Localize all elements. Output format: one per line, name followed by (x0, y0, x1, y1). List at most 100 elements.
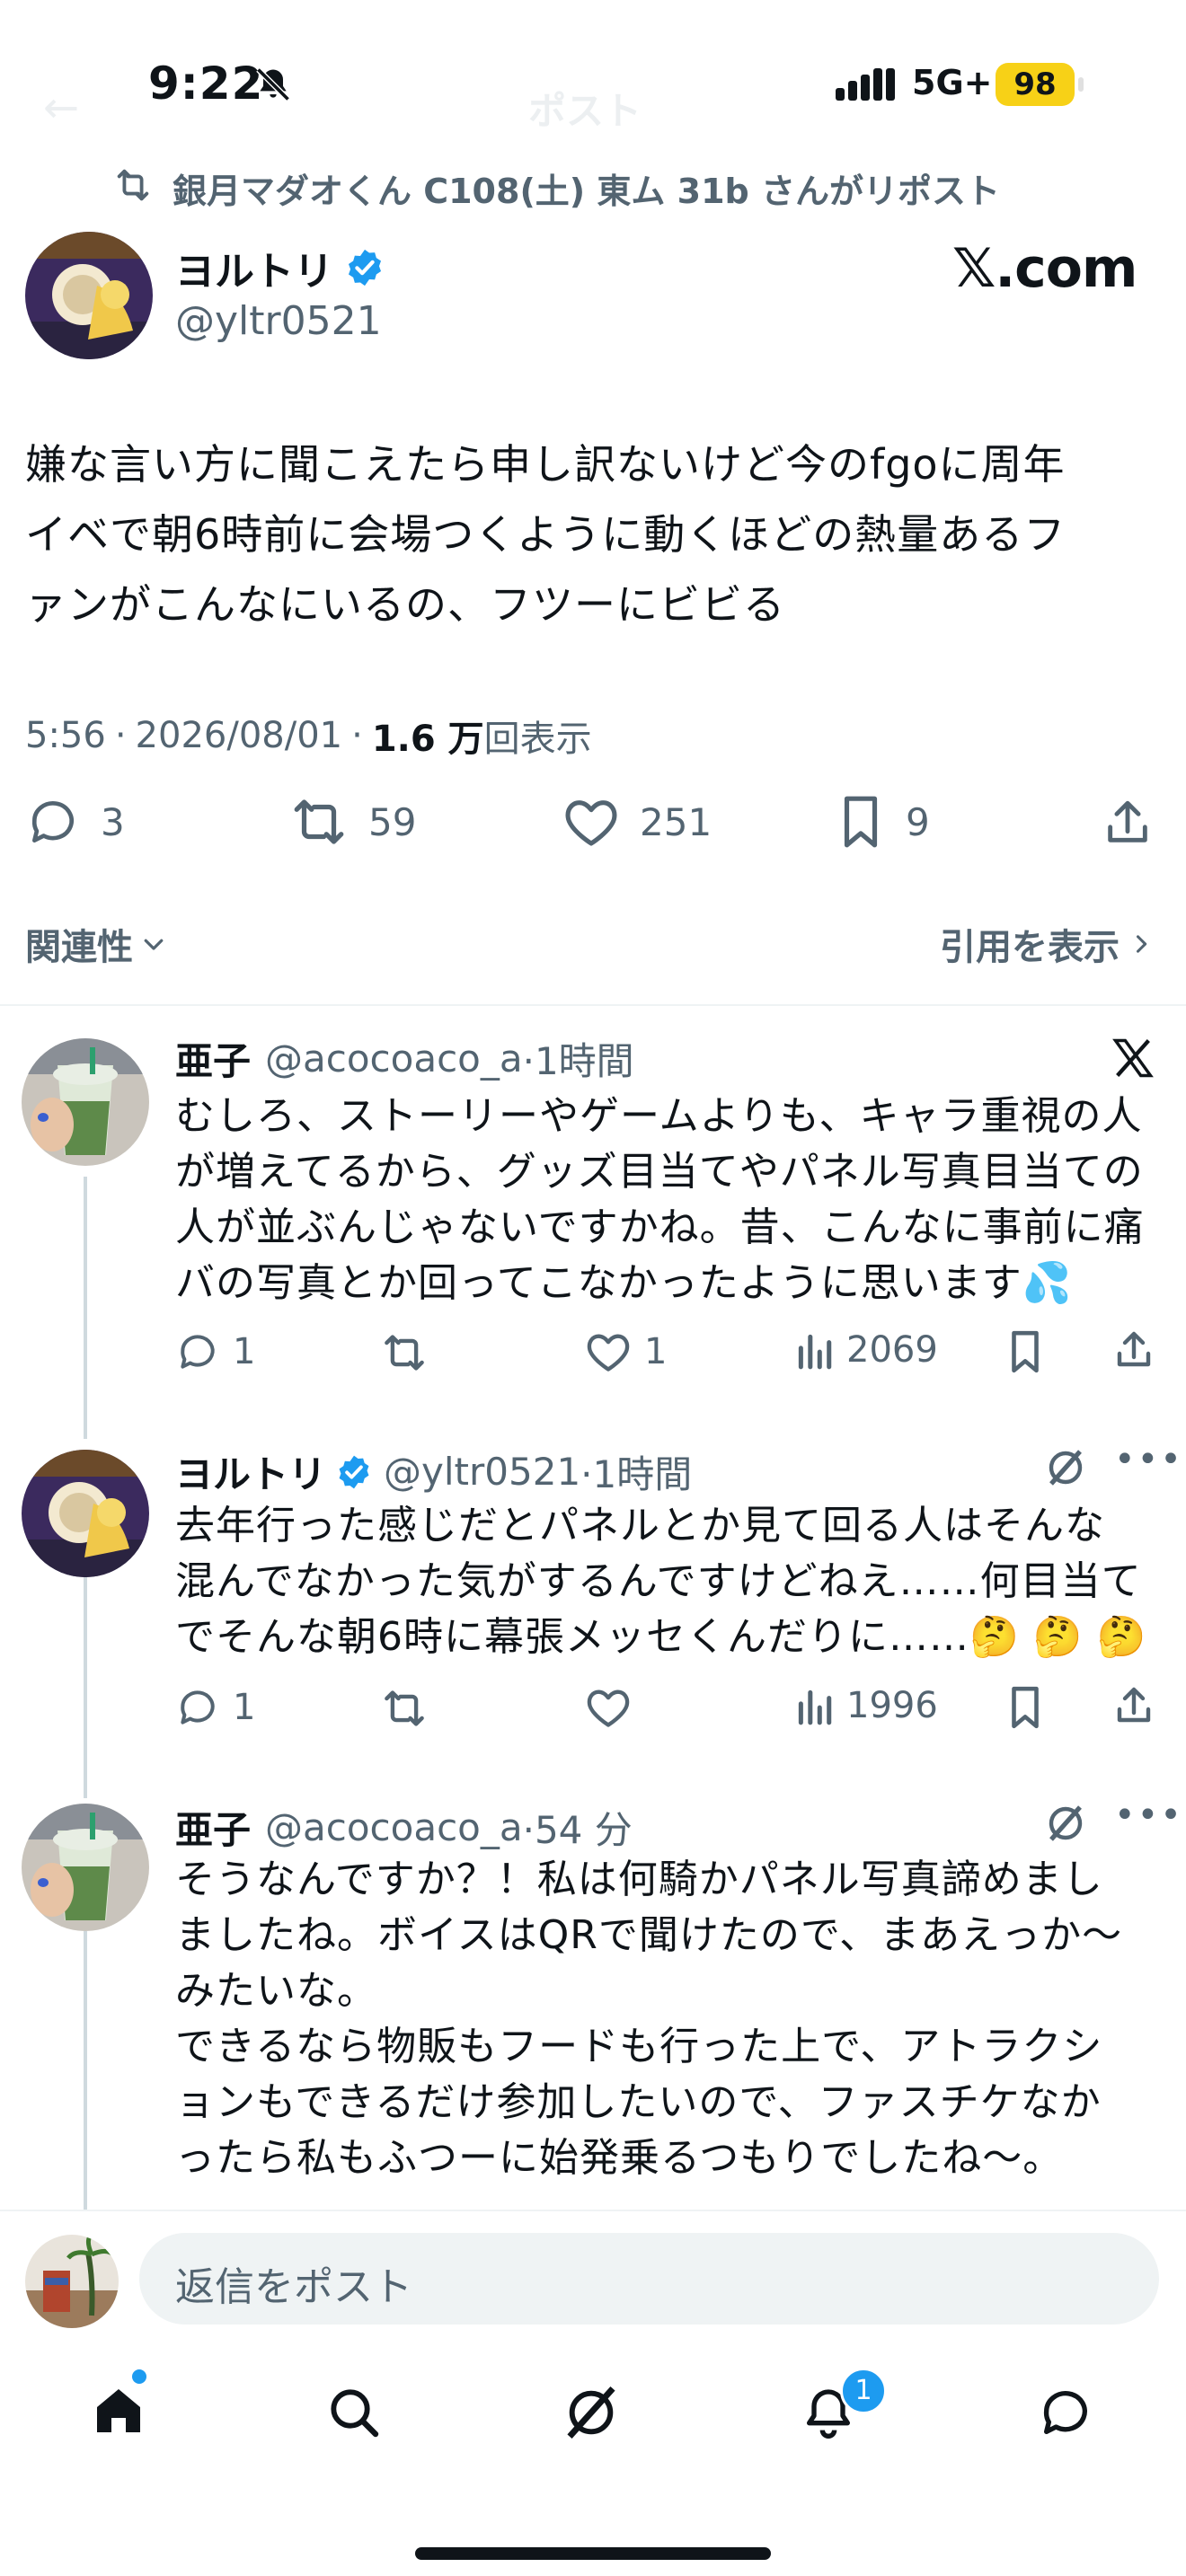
more-options-icon[interactable]: ••• (1114, 1439, 1183, 1480)
reply-count: 1 (233, 1687, 256, 1728)
author-name[interactable]: ヨルトリ (175, 239, 333, 296)
reply-placeholder: 返信をポスト (175, 2264, 412, 2310)
reply-action[interactable]: 1 (175, 1685, 255, 1730)
bookmark-icon[interactable] (1005, 1329, 1046, 1374)
reply-time[interactable]: ·1時間 (580, 1444, 692, 1499)
analytics-icon (794, 1329, 834, 1371)
reply-text-line: 人が並ぶんじゃないですかね。昔、こんなに事前に痛 (175, 1204, 1145, 1250)
reply-avatar[interactable] (22, 1038, 149, 1166)
reply-text-line: バの写真とか回ってこなかったように思います💦 (175, 1260, 1073, 1306)
views-action[interactable]: 1996 (794, 1685, 938, 1726)
like-action[interactable]: 1 (585, 1329, 667, 1374)
post-date: 2026/08/01 (135, 715, 343, 756)
reply-text: むしろ、ストーリーやゲームよりも、キャラ重視の人 が増えてるから、グッズ目当てや… (175, 1089, 1145, 1311)
reply-time[interactable]: ·54 分 (523, 1800, 633, 1855)
grok-icon[interactable] (1044, 1446, 1087, 1489)
signal-icon (836, 68, 898, 101)
reply-icon (175, 1329, 220, 1374)
relevance-filter[interactable]: 関連性 (25, 918, 167, 970)
reply-text: 去年行った感じだとパネルとか見て回る人はそんな 混んでなかった気がするんですけど… (175, 1498, 1146, 1665)
grok-icon[interactable] (562, 2384, 620, 2441)
repost-icon[interactable] (380, 1331, 429, 1374)
heart-icon (585, 1329, 632, 1374)
xcom-watermark: 𝕏.com (952, 237, 1137, 300)
share-icon[interactable] (1112, 1683, 1155, 1728)
reply-text-line: ョンもできるだけ参加したいので、ファスチケなか (175, 2079, 1102, 2125)
status-time: 9:22 (148, 57, 264, 110)
reply-action[interactable]: 3 (25, 794, 125, 850)
reply-text: そうなんですか？！私は何騎かパネル写真諦めまし ましたね。ボイスはQRで聞けたの… (175, 1852, 1122, 2186)
repost-action[interactable]: 59 (289, 794, 416, 850)
home-notification-dot (132, 2369, 146, 2384)
reply-avatar[interactable] (22, 1450, 149, 1577)
reply-text-line: ったら私もふつーに始発乗るつもりでしたね〜。 (175, 2135, 1064, 2181)
thread-line (84, 1177, 87, 1439)
reply-text-line: ましたね。ボイスはQRで聞けたので、まあえっか〜 (175, 1912, 1123, 1958)
messages-icon[interactable] (1037, 2384, 1094, 2441)
heart-icon[interactable] (585, 1685, 632, 1730)
chevron-right-icon (1128, 931, 1154, 957)
reply-text-line: むしろ、ストーリーやゲームよりも、キャラ重視の人 (175, 1093, 1143, 1139)
meta-dot: · (351, 715, 363, 756)
post-text-line: ァンがこんなにいるの、フツーにビビる (25, 580, 785, 629)
reply-text-line: が増えてるから、グッズ目当てやパネル写真目当ての (175, 1149, 1144, 1195)
meta-dot: · (114, 715, 127, 756)
reply-author-name[interactable]: 亜子 (175, 1800, 251, 1855)
post-text-line: イベで朝6時前に会場つくように動くほどの熱量あるフ (25, 510, 1067, 559)
reply-time[interactable]: ·1時間 (523, 1031, 634, 1086)
reply-text-line: でそんな朝6時に幕張メッセくんだりに……🤔 🤔 🤔 (175, 1614, 1147, 1660)
post-text-line: 嫌な言い方に聞こえたら申し訳ないけど今のfgoに周年 (25, 440, 1066, 489)
repost-icon[interactable] (380, 1687, 429, 1730)
grok-icon[interactable] (1044, 1802, 1087, 1845)
battery-tip (1078, 77, 1084, 92)
verified-badge-icon (344, 247, 385, 288)
views-count: 1996 (846, 1685, 938, 1726)
home-icon[interactable] (90, 2382, 147, 2439)
reply-author-handle[interactable]: @acocoaco_a (265, 1037, 523, 1081)
reply-text-line: 去年行った感じだとパネルとか見て回る人はそんな (175, 1503, 1105, 1548)
reply-count: 3 (101, 799, 125, 844)
post-meta: 5:56 · 2026/08/01 · 1.6 万 回表示 (25, 710, 592, 762)
repost-icon (112, 167, 154, 203)
bookmark-action[interactable]: 9 (836, 794, 930, 850)
battery-level: 98 (996, 63, 1075, 106)
like-count: 251 (640, 799, 712, 844)
reply-action[interactable]: 1 (175, 1329, 255, 1374)
bookmark-icon[interactable] (1005, 1685, 1046, 1730)
search-icon[interactable] (325, 2384, 383, 2441)
reply-author-handle[interactable]: @yltr0521 (384, 1450, 580, 1494)
author-handle[interactable]: @yltr0521 (175, 298, 382, 344)
reply-text-line: みたいな。 (175, 1968, 377, 2014)
repost-context[interactable]: 銀月マダオくん C108(土) 東ム 31b さんがリポスト (173, 163, 1000, 213)
reply-count: 1 (233, 1331, 256, 1372)
repost-icon (289, 794, 349, 850)
more-options-icon[interactable]: ••• (1114, 1795, 1183, 1836)
views-label: 回表示 (483, 719, 592, 760)
share-icon[interactable] (1102, 796, 1154, 850)
chevron-down-icon (140, 931, 167, 957)
repost-count: 59 (368, 799, 417, 844)
thread-line (84, 1568, 87, 1798)
bookmark-icon (836, 794, 886, 850)
post-text: 嫌な言い方に聞こえたら申し訳ないけど今のfgoに周年 イベで朝6時前に会場つくよ… (25, 429, 1166, 640)
author-avatar[interactable] (25, 232, 153, 359)
reply-author-name[interactable]: 亜子 (175, 1031, 251, 1086)
view-quotes-link[interactable]: 引用を表示 (940, 918, 1154, 970)
relevance-label: 関連性 (25, 927, 133, 968)
back-button[interactable]: ← (43, 83, 79, 133)
views-action[interactable]: 2069 (794, 1329, 938, 1371)
reply-text-line: そうなんですか？！私は何騎かパネル写真諦めまし (175, 1857, 1103, 1902)
reply-text-line: できるなら物販もフードも行った上で、アトラクシ (175, 2024, 1103, 2069)
divider (0, 1004, 1186, 1006)
reply-author-handle[interactable]: @acocoaco_a (265, 1805, 523, 1849)
share-icon[interactable] (1112, 1328, 1155, 1372)
bookmark-count: 9 (906, 799, 930, 844)
my-avatar[interactable] (25, 2235, 119, 2328)
reply-author-name[interactable]: ヨルトリ (175, 1444, 326, 1499)
reply-header: 亜子 @acocoaco_a ·1時間 (175, 1031, 634, 1086)
like-action[interactable]: 251 (562, 794, 712, 850)
post-time: 5:56 (25, 715, 106, 756)
analytics-icon (794, 1685, 834, 1726)
header-title: ポスト (528, 89, 642, 133)
reply-avatar[interactable] (22, 1804, 149, 1931)
